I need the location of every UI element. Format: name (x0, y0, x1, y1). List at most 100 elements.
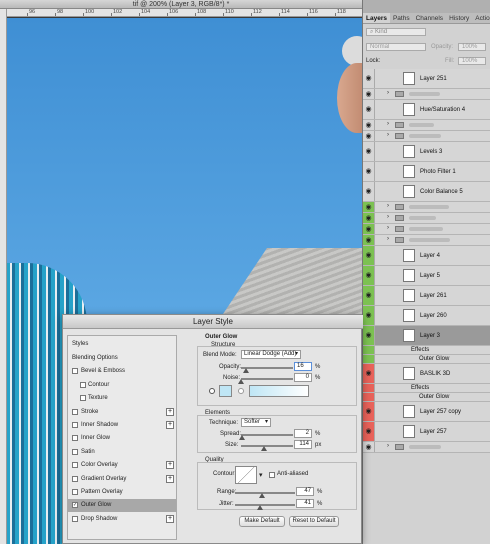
size-slider-knob[interactable] (261, 446, 267, 451)
visibility-eye-icon[interactable]: ◉ (363, 131, 375, 141)
noise-slider[interactable] (241, 378, 293, 380)
chevron-right-icon[interactable]: › (387, 443, 389, 449)
style-checkbox[interactable] (72, 489, 78, 495)
gradient-radio[interactable] (238, 388, 244, 394)
style-item-gradient-overlay[interactable]: Gradient Overlay + (68, 473, 176, 486)
style-item-drop-shadow[interactable]: Drop Shadow + (68, 513, 176, 526)
visibility-eye-icon[interactable]: ◉ (363, 224, 375, 234)
style-checkbox[interactable] (72, 422, 78, 428)
visibility-eye-icon[interactable]: ◉ (363, 286, 375, 305)
layer-name[interactable]: Photo Filter 1 (420, 162, 456, 182)
layer-row[interactable]: Outer Glow (363, 355, 490, 364)
visibility-eye-icon[interactable]: ◉ (363, 69, 375, 88)
add-effect-icon[interactable]: + (166, 407, 174, 416)
chevron-down-icon[interactable]: ▾ (259, 471, 263, 479)
add-effect-icon[interactable]: + (166, 421, 174, 429)
opacity-field[interactable]: 100% (458, 43, 486, 51)
anti-aliased-checkbox[interactable] (269, 472, 275, 478)
layer-row[interactable]: ◉ Levels 3 (363, 142, 490, 162)
layer-group-row[interactable]: ◉ › (363, 213, 490, 224)
chevron-right-icon[interactable]: › (387, 132, 389, 138)
layer-name[interactable]: Color Balance 5 (420, 182, 463, 202)
contour-picker[interactable] (235, 466, 257, 484)
layer-row[interactable]: ◉ BASLIK 3D (363, 364, 490, 384)
style-item-color-overlay[interactable]: Color Overlay + (68, 459, 176, 472)
chevron-right-icon[interactable]: › (387, 203, 389, 209)
blend-mode-select[interactable]: Normal (366, 43, 426, 51)
layer-name[interactable]: Layer 257 copy (420, 402, 461, 422)
layer-name[interactable]: Layer 5 (420, 266, 440, 286)
noise-value-field[interactable]: 0 (294, 373, 312, 382)
solid-color-radio[interactable] (209, 388, 215, 394)
document-tab[interactable]: tif @ 200% (Layer 3, RGB/8*) * (0, 0, 362, 9)
chevron-right-icon[interactable]: › (387, 225, 389, 231)
style-checkbox[interactable] (72, 408, 78, 415)
style-checkbox[interactable]: ✓ (72, 502, 78, 509)
style-item-styles[interactable]: Styles (68, 338, 176, 351)
layer-group-row[interactable]: ◉ › (363, 442, 490, 453)
layer-row[interactable]: ◉ Hue/Saturation 4 (363, 100, 490, 120)
style-checkbox[interactable] (80, 395, 86, 402)
visibility-eye-icon[interactable]: ◉ (363, 442, 375, 452)
spread-value-field[interactable]: 2 (294, 429, 312, 438)
style-item-inner-glow[interactable]: Inner Glow (68, 432, 176, 445)
size-slider[interactable] (241, 445, 293, 447)
opacity-value-field[interactable]: 16 (294, 362, 312, 371)
visibility-eye-icon[interactable]: ◉ (363, 402, 375, 421)
layer-group-row[interactable]: ◉ › (363, 131, 490, 142)
visibility-eye-icon[interactable] (363, 393, 375, 401)
visibility-eye-icon[interactable]: ◉ (363, 142, 375, 161)
style-checkbox[interactable] (72, 368, 78, 375)
layer-row[interactable]: ◉ Photo Filter 1 (363, 162, 490, 182)
chevron-right-icon[interactable]: › (387, 90, 389, 96)
add-effect-icon[interactable]: + (166, 474, 174, 483)
style-checkbox[interactable] (72, 462, 78, 469)
add-effect-icon[interactable]: + (166, 514, 174, 523)
style-checkbox[interactable] (72, 435, 78, 442)
chevron-right-icon[interactable]: › (387, 121, 389, 127)
layer-name[interactable]: Layer 261 (420, 286, 447, 306)
layer-row[interactable]: ◉ Layer 3 (363, 326, 490, 346)
layer-group-row[interactable]: ◉ › (363, 202, 490, 213)
noise-slider-knob[interactable] (238, 379, 244, 384)
visibility-eye-icon[interactable]: ◉ (363, 364, 375, 383)
layer-name[interactable]: Hue/Saturation 4 (420, 100, 465, 120)
layer-name[interactable]: Layer 4 (420, 246, 440, 266)
filter-kind-select[interactable]: ⌕ Kind (366, 28, 426, 36)
visibility-eye-icon[interactable]: ◉ (363, 120, 375, 130)
panel-tab-layers[interactable]: Layers (363, 13, 390, 23)
opacity-slider-knob[interactable] (243, 368, 249, 373)
layer-row[interactable]: Effects (363, 384, 490, 393)
visibility-eye-icon[interactable]: ◉ (363, 266, 375, 285)
glow-blend-mode-select[interactable]: Linear Dodge (Add) ▾ (241, 350, 301, 359)
layer-name[interactable]: Levels 3 (420, 142, 442, 162)
layer-name[interactable]: BASLIK 3D (420, 364, 450, 384)
panel-tab-history[interactable]: History (446, 13, 472, 23)
layer-row[interactable]: ◉ Layer 4 (363, 246, 490, 266)
panel-tab-paths[interactable]: Paths (390, 13, 413, 23)
style-item-outer-glow[interactable]: ✓ Outer Glow (68, 499, 176, 513)
layer-group-row[interactable]: ◉ › (363, 120, 490, 131)
visibility-eye-icon[interactable]: ◉ (363, 246, 375, 265)
style-checkbox[interactable] (72, 448, 78, 455)
style-checkbox[interactable] (72, 515, 78, 522)
visibility-eye-icon[interactable]: ◉ (363, 213, 375, 223)
visibility-eye-icon[interactable] (363, 384, 375, 392)
reset-default-button[interactable]: Reset to Default (289, 516, 339, 527)
size-value-field[interactable]: 114 (294, 440, 312, 449)
jitter-value-field[interactable]: 41 (296, 499, 314, 508)
visibility-eye-icon[interactable] (363, 346, 375, 354)
style-item-texture[interactable]: Texture (68, 392, 176, 405)
chevron-right-icon[interactable]: › (387, 214, 389, 220)
layer-row[interactable]: ◉ Layer 257 copy (363, 402, 490, 422)
visibility-eye-icon[interactable] (363, 355, 375, 363)
style-item-stroke[interactable]: Stroke + (68, 406, 176, 419)
visibility-eye-icon[interactable]: ◉ (363, 422, 375, 441)
visibility-eye-icon[interactable]: ◉ (363, 89, 375, 99)
visibility-eye-icon[interactable]: ◉ (363, 162, 375, 181)
visibility-eye-icon[interactable]: ◉ (363, 306, 375, 325)
range-slider[interactable] (235, 492, 295, 494)
layer-name[interactable]: Layer 3 (420, 326, 440, 346)
layer-row[interactable]: Effects (363, 346, 490, 355)
layer-name[interactable]: Layer 257 (420, 422, 447, 442)
